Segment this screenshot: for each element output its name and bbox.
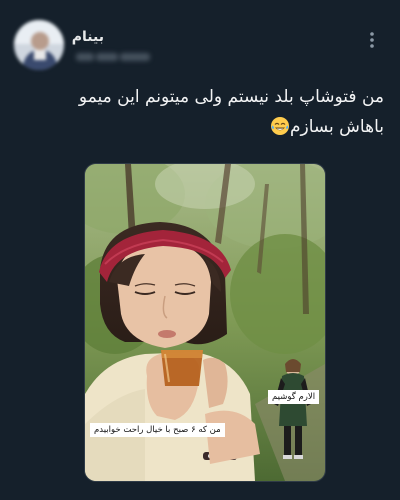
post-screen: بینام من فتوشاپ بلد نیستم ولی میتونم این… xyxy=(0,0,400,500)
author-handle-blurred xyxy=(76,52,150,62)
meme-caption-alarm: الارم گوشیم xyxy=(268,390,320,404)
post-media-image[interactable]: الارم گوشیم من که ۶ صبح با خیال راحت خوا… xyxy=(84,163,326,482)
more-vertical-icon xyxy=(370,32,374,48)
post-text: من فتوشاپ بلد نیستم ولی میتونم این میمو … xyxy=(40,82,384,142)
avatar[interactable] xyxy=(14,20,64,70)
more-options-button[interactable] xyxy=(358,26,386,54)
laughing-tears-emoji-icon xyxy=(270,117,289,135)
post-text-content: من فتوشاپ بلد نیستم ولی میتونم این میمو … xyxy=(78,87,384,137)
author-display-name[interactable]: بینام xyxy=(72,29,104,45)
meme-caption-me: من که ۶ صبح با خیال راحت خوابیدم xyxy=(90,423,225,437)
